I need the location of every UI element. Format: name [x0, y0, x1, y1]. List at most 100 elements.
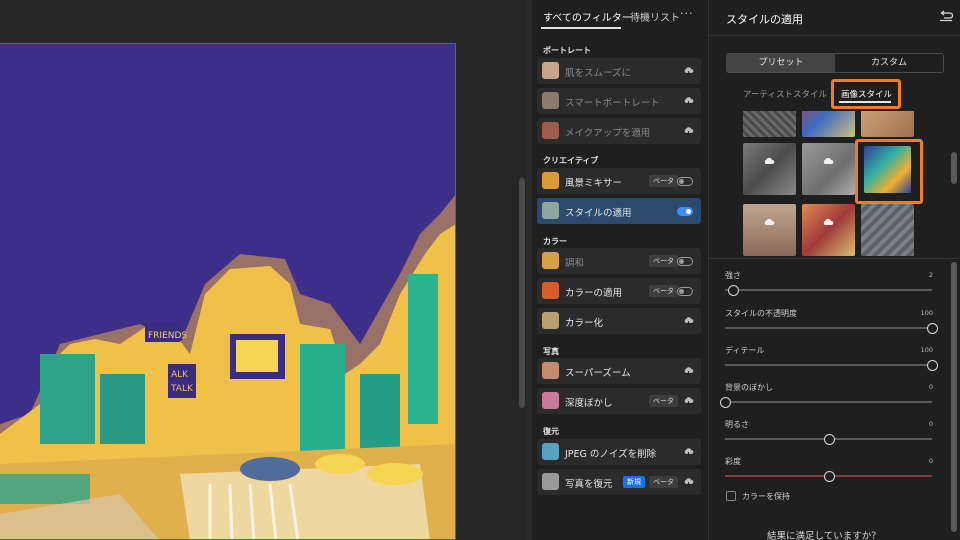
- cloud-download-icon: [764, 218, 775, 225]
- slider-label: スタイルの不透明度: [725, 309, 797, 318]
- filter-thumbnail: [542, 62, 559, 79]
- panel-scrollbar[interactable]: [951, 262, 957, 532]
- filter-item-super-zoom[interactable]: スーパーズーム: [537, 358, 701, 384]
- filter-item-colorize[interactable]: カラー化: [537, 308, 701, 334]
- style-thumbnail[interactable]: [802, 204, 855, 256]
- slider-track[interactable]: [725, 364, 932, 366]
- app-root: FRIENDS ALK TALK すべてのフィルター 待機リスト ··· ポート…: [0, 0, 960, 540]
- filter-thumbnail: [542, 312, 559, 329]
- slider-thumb[interactable]: [927, 360, 938, 371]
- filter-thumbnail: [542, 282, 559, 299]
- slider-track[interactable]: [725, 327, 932, 329]
- filter-label: 写真を復元: [565, 479, 613, 490]
- slider-value: 0: [928, 383, 933, 391]
- filter-item-color-transfer[interactable]: カラーの適用 ベータ: [537, 278, 701, 304]
- filter-toggle[interactable]: [677, 287, 693, 296]
- cloud-download-icon[interactable]: [683, 447, 694, 457]
- section-portrait: ポートレート: [543, 46, 591, 55]
- cloud-download-icon[interactable]: [683, 366, 694, 376]
- slider-thumb[interactable]: [823, 434, 835, 445]
- filter-item-photo-restoration[interactable]: 写真を復元 新規 ベータ: [537, 469, 701, 495]
- segment-custom[interactable]: カスタム: [835, 54, 943, 72]
- filter-item-style-transfer[interactable]: スタイルの適用: [537, 198, 701, 224]
- beta-badge: ベータ: [649, 285, 678, 297]
- filter-toggle[interactable]: [677, 257, 693, 266]
- svg-text:ALK: ALK: [171, 370, 189, 380]
- canvas-scrollbar[interactable]: [519, 178, 525, 408]
- filter-label: 調和: [565, 258, 585, 269]
- style-transfer-panel: スタイルの適用 プリセット カスタム アーティストスタイル 画像スタイル 強さ …: [708, 0, 960, 540]
- style-thumbnail[interactable]: [743, 111, 796, 137]
- filter-item-jpeg-artifact-removal[interactable]: JPEG のノイズを削除: [537, 439, 701, 465]
- slider-label: 明るさ: [725, 420, 749, 429]
- filter-item-landscape-mixer[interactable]: 風景ミキサー ベータ: [537, 168, 701, 194]
- subtab-artist-style[interactable]: アーティストスタイル: [743, 88, 827, 100]
- panel-divider: [709, 35, 960, 36]
- section-photo: 写真: [543, 347, 559, 356]
- filters-tabs: すべてのフィルター 待機リスト ···: [532, 0, 708, 32]
- tab-waitlist[interactable]: 待機リスト: [630, 9, 680, 24]
- filter-thumbnail: [542, 362, 559, 379]
- slider-label: 彩度: [725, 457, 741, 466]
- filter-thumbnail: [542, 443, 559, 460]
- sliders-divider: [709, 258, 960, 259]
- style-thumbnail[interactable]: [861, 204, 914, 256]
- filter-toggle[interactable]: [677, 207, 693, 216]
- filter-toggle[interactable]: [677, 177, 693, 186]
- highlight-box: [831, 79, 901, 109]
- grid-scrollbar[interactable]: [951, 152, 957, 184]
- cloud-download-icon[interactable]: [683, 126, 694, 136]
- beta-badge: ベータ: [649, 255, 678, 267]
- slider-track[interactable]: [725, 289, 932, 291]
- preserve-color-label: カラーを保持: [742, 492, 790, 501]
- active-tab-underline: [541, 27, 621, 29]
- style-thumbnail[interactable]: [743, 204, 796, 256]
- filter-label: 肌をスムーズに: [565, 68, 632, 79]
- filter-thumbnail: [542, 473, 559, 490]
- cloud-download-icon: [764, 157, 775, 164]
- filter-label: カラーの適用: [565, 288, 623, 299]
- panel-title: スタイルの適用: [726, 13, 803, 26]
- slider-value: 0: [928, 420, 933, 428]
- style-thumbnail[interactable]: [861, 111, 914, 137]
- slider-value: 100: [920, 346, 933, 354]
- filters-panel: すべてのフィルター 待機リスト ··· ポートレート 肌をスムーズに スマートポ…: [532, 0, 708, 540]
- section-creative: クリエイティブ: [543, 156, 599, 165]
- style-thumbnail[interactable]: [743, 143, 796, 195]
- canvas-image[interactable]: FRIENDS ALK TALK: [0, 43, 456, 540]
- filter-item-harmony[interactable]: 調和 ベータ: [537, 248, 701, 274]
- style-thumbnail[interactable]: [802, 143, 855, 195]
- filter-thumbnail: [542, 392, 559, 409]
- segment-preset[interactable]: プリセット: [727, 54, 835, 72]
- slider-track[interactable]: [725, 401, 932, 403]
- highlight-box: [855, 139, 923, 204]
- more-icon[interactable]: ···: [680, 7, 694, 20]
- tab-all-filters[interactable]: すべてのフィルター: [543, 9, 632, 24]
- cloud-download-icon[interactable]: [683, 396, 694, 406]
- filter-item-depth-blur[interactable]: 深度ぼかし ベータ: [537, 388, 701, 414]
- filter-label: カラー化: [565, 318, 604, 329]
- cloud-download-icon[interactable]: [683, 96, 694, 106]
- style-thumbnail[interactable]: [802, 111, 855, 137]
- preset-custom-segment: プリセット カスタム: [726, 53, 944, 73]
- cloud-download-icon[interactable]: [683, 316, 694, 326]
- filter-label: スタイルの適用: [565, 208, 632, 219]
- slider-value: 0: [928, 457, 933, 465]
- section-color: カラー: [543, 237, 567, 246]
- beta-badge: ベータ: [649, 476, 678, 488]
- svg-text:TALK: TALK: [170, 384, 194, 394]
- filter-item-smart-portrait[interactable]: スマートポートレート: [537, 88, 701, 114]
- cloud-download-icon[interactable]: [683, 477, 694, 487]
- slider-thumb[interactable]: [728, 285, 740, 296]
- filter-item-makeup[interactable]: メイクアップを適用: [537, 118, 701, 144]
- beta-badge: ベータ: [649, 395, 678, 407]
- slider-value: 2: [928, 271, 933, 279]
- slider-thumb[interactable]: [720, 397, 731, 408]
- filter-thumbnail: [542, 172, 559, 189]
- cloud-download-icon[interactable]: [683, 66, 694, 76]
- undo-icon[interactable]: [939, 10, 953, 22]
- preserve-color-checkbox[interactable]: [726, 491, 736, 501]
- slider-thumb[interactable]: [927, 323, 938, 334]
- slider-thumb[interactable]: [823, 471, 835, 482]
- filter-item-smooth-skin[interactable]: 肌をスムーズに: [537, 58, 701, 84]
